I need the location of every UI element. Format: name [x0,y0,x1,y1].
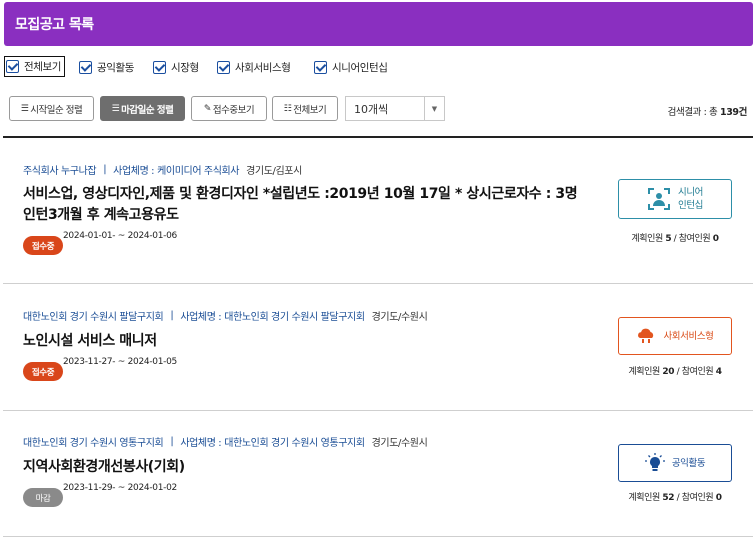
headcount-info: 계획인원 20 / 참여인원 4 [628,367,722,377]
item-meta: 대한노인회 경기 수원시 영통구지회 | 사업체명 : 대한노인회 경기 수원시… [23,434,428,449]
checkbox-all[interactable] [6,60,19,73]
location: 경기도/수원시 [371,438,428,449]
status-badge: 접수중 [23,362,63,381]
checkbox-market-type[interactable] [153,60,166,74]
recruitment-item[interactable]: 주식회사 누구나잡 | 사업체명 : 케이미디어 주식회사 경기도/김포시 서비… [3,138,753,284]
page-size-select[interactable]: 10개씩 ▼ [345,96,445,121]
business-name: 대한노인회 경기 수원시 팔달구지회 [224,312,365,323]
program-type-badge[interactable]: 시니어 인턴십 [618,179,732,219]
status-badge: 접수중 [23,236,63,255]
program-type-badge[interactable]: 사회서비스형 [618,317,732,355]
recruitment-item[interactable]: 대한노인회 경기 수원시 영통구지회 | 사업체명 : 대한노인회 경기 수원시… [3,412,753,537]
lightbulb-icon [644,453,665,473]
social-service-icon [636,326,656,346]
filter-market-type[interactable]: 시장형 [153,57,199,77]
business-name: 대한노인회 경기 수원시 영통구지회 [224,438,365,449]
page-title: 모집공고 목록 [15,17,94,33]
location: 경기도/수원시 [371,312,428,323]
chevron-down-icon[interactable]: ▼ [424,97,444,120]
list-icon: ☰ [111,103,120,114]
org-name[interactable]: 대한노인회 경기 수원시 팔달구지회 [23,308,164,323]
period-dates: 2024-01-01- ~ 2024-01-06 [63,231,177,241]
filter-public-activity[interactable]: 공익활동 [79,57,134,77]
filter-label: 사회서비스형 [235,61,291,74]
filter-label: 공익활동 [97,61,135,74]
org-name[interactable]: 대한노인회 경기 수원시 영통구지회 [23,434,164,449]
filter-label: 시장형 [171,61,199,74]
item-meta: 대한노인회 경기 수원시 팔달구지회 | 사업체명 : 대한노인회 경기 수원시… [23,308,428,323]
headcount-info: 계획인원 52 / 참여인원 0 [628,493,722,503]
business-name: 케이미디어 주식회사 [157,166,240,177]
item-title[interactable]: 노인시설 서비스 매니저 [23,331,613,352]
checkbox-public-activity[interactable] [79,60,92,74]
filter-social-service[interactable]: 사회서비스형 [217,57,291,77]
grid-icon: ☷ [283,103,292,114]
list-icon: ☰ [20,103,29,114]
filter-label: 전체보기 [24,61,62,73]
checkbox-senior-intern[interactable] [314,60,327,74]
headcount-info: 계획인원 5 / 참여인원 0 [631,234,719,244]
pencil-icon: ✎ [203,103,212,114]
item-title[interactable]: 지역사회환경개선봉사(기회) [23,457,613,478]
location: 경기도/김포시 [246,166,302,177]
senior-intern-icon [647,187,671,211]
filter-label: 시니어인턴십 [332,61,388,74]
page-header: 모집공고 목록 [4,2,753,46]
view-all-button[interactable]: ☷ 전체보기 [272,96,338,121]
filter-senior-intern[interactable]: 시니어인턴십 [314,57,388,77]
period-dates: 2023-11-27- ~ 2024-01-05 [63,357,177,367]
page-size-value: 10개씩 [354,102,389,116]
search-result-count: 검색결과 : 총 139건 [667,107,748,118]
item-title[interactable]: 서비스업, 영상디자인,제품 및 환경디자인 *설립년도 :2019년 10월 … [23,184,613,226]
sort-start-button[interactable]: ☰ 시작일순 정렬 [9,96,94,121]
accepting-filter-button[interactable]: ✎ 접수중보기 [191,96,267,121]
list-toolbar: ☰ 시작일순 정렬 ☰ 마감일순 정렬 ✎ 접수중보기 ☷ 전체보기 10개씩 … [0,96,756,122]
recruitment-item[interactable]: 대한노인회 경기 수원시 팔달구지회 | 사업체명 : 대한노인회 경기 수원시… [3,285,753,411]
status-badge: 마감 [23,488,63,507]
period-dates: 2023-11-29- ~ 2024-01-02 [63,483,177,493]
sort-end-button[interactable]: ☰ 마감일순 정렬 [100,96,185,121]
item-meta: 주식회사 누구나잡 | 사업체명 : 케이미디어 주식회사 경기도/김포시 [23,162,302,177]
checkbox-social-service[interactable] [217,60,230,74]
filter-all[interactable]: 전체보기 [4,56,66,77]
org-name[interactable]: 주식회사 누구나잡 [23,162,97,177]
program-type-badge[interactable]: 공익활동 [618,444,732,482]
